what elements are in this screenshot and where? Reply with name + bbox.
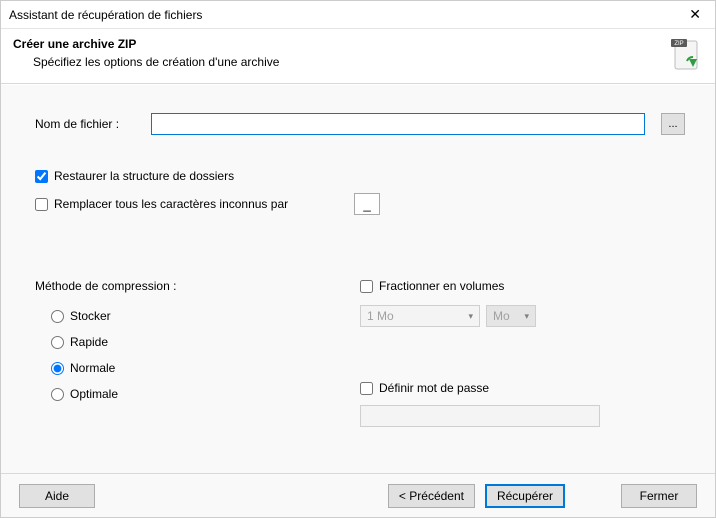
volume-unit-select: Mo ▾ — [486, 305, 536, 327]
browse-button[interactable]: ... — [661, 113, 685, 135]
zip-archive-icon: ZIP — [667, 37, 703, 73]
compression-option-label: Normale — [70, 361, 115, 375]
password-input — [360, 405, 600, 427]
volume-size-value: 1 Mo — [367, 309, 394, 323]
back-button[interactable]: < Précédent — [388, 484, 475, 508]
volume-size-select: 1 Mo ▾ — [360, 305, 480, 327]
compression-option-label: Rapide — [70, 335, 108, 349]
compression-radio-normale[interactable] — [51, 362, 64, 375]
compression-method-label: Méthode de compression : — [35, 279, 360, 293]
header: Créer une archive ZIP Spécifiez les opti… — [1, 29, 715, 84]
replace-unknown-label: Remplacer tous les caractères inconnus p… — [54, 197, 288, 211]
split-volumes-label: Fractionner en volumes — [379, 279, 504, 293]
split-volumes-checkbox[interactable] — [360, 280, 373, 293]
compression-radio-optimale[interactable] — [51, 388, 64, 401]
compression-radio-rapide[interactable] — [51, 336, 64, 349]
restore-structure-checkbox[interactable] — [35, 170, 48, 183]
close-icon[interactable]: ✕ — [683, 4, 707, 25]
replace-char-input[interactable] — [354, 193, 380, 215]
compression-radio-stocker[interactable] — [51, 310, 64, 323]
page-subtitle: Spécifiez les options de création d'une … — [33, 55, 279, 69]
set-password-checkbox[interactable] — [360, 382, 373, 395]
svg-text:ZIP: ZIP — [674, 41, 683, 47]
chevron-down-icon: ▾ — [468, 311, 473, 322]
form-body: Nom de fichier : ... Restaurer la struct… — [1, 84, 715, 473]
chevron-down-icon: ▾ — [524, 311, 529, 322]
titlebar: Assistant de récupération de fichiers ✕ — [1, 1, 715, 29]
filename-label: Nom de fichier : — [35, 117, 135, 131]
filename-input[interactable] — [151, 113, 645, 135]
recover-button[interactable]: Récupérer — [485, 484, 565, 508]
footer: Aide < Précédent Récupérer Fermer — [1, 473, 715, 517]
set-password-label: Définir mot de passe — [379, 381, 489, 395]
help-button[interactable]: Aide — [19, 484, 95, 508]
restore-structure-label: Restaurer la structure de dossiers — [54, 169, 234, 183]
page-heading: Créer une archive ZIP — [13, 37, 279, 51]
compression-option-label: Optimale — [70, 387, 118, 401]
compression-radio-group: Stocker Rapide Normale Optimale — [51, 309, 360, 401]
close-button[interactable]: Fermer — [621, 484, 697, 508]
compression-option-label: Stocker — [70, 309, 111, 323]
replace-unknown-checkbox[interactable] — [35, 198, 48, 211]
window-title: Assistant de récupération de fichiers — [9, 8, 202, 22]
volume-unit-value: Mo — [493, 309, 510, 323]
